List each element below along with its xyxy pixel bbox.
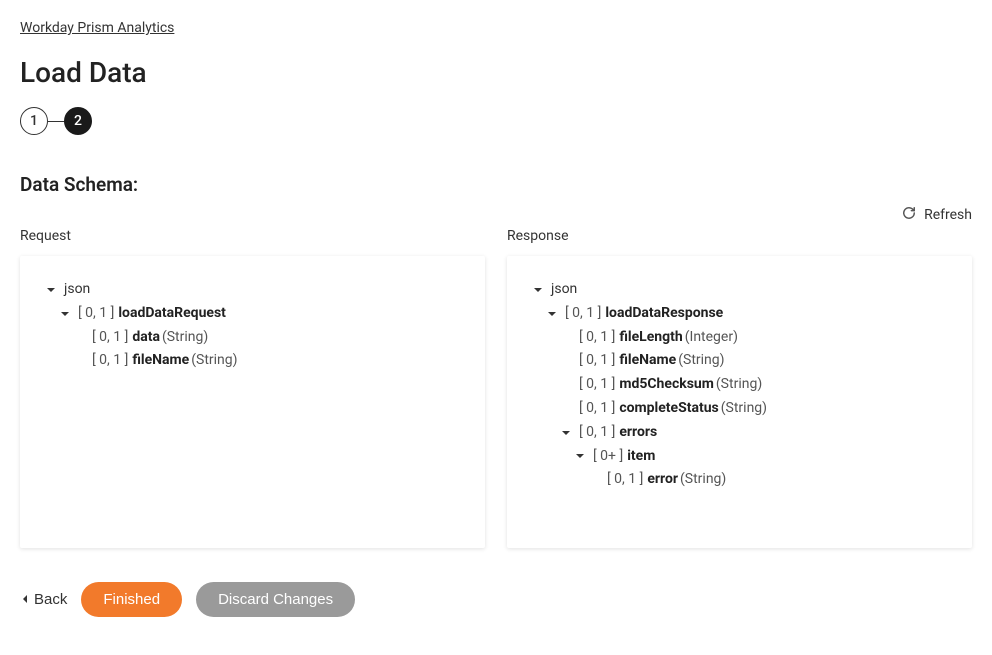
tree-leaf-data: [ 0, 1 ] data (String)	[44, 326, 461, 350]
response-label: Response	[507, 228, 972, 244]
chevron-down-icon[interactable]	[545, 309, 559, 319]
tree-leaf-fileName: [ 0, 1 ] fileName (String)	[44, 349, 461, 373]
stepper: 1 2	[20, 107, 972, 135]
tree-node-loadDataRequest[interactable]: [ 0, 1 ] loadDataRequest	[44, 302, 461, 326]
chevron-down-icon[interactable]	[559, 428, 573, 438]
tree-leaf-fileName: [ 0, 1 ] fileName (String)	[531, 349, 948, 373]
chevron-down-icon[interactable]	[531, 285, 545, 295]
tree-leaf-fileLength: [ 0, 1 ] fileLength (Integer)	[531, 326, 948, 350]
chevron-down-icon[interactable]	[573, 451, 587, 461]
tree-leaf-error: [ 0, 1 ] error (String)	[531, 468, 948, 492]
response-panel: json [ 0, 1 ] loadDataResponse [ 0, 1 ] …	[507, 256, 972, 548]
step-2[interactable]: 2	[64, 107, 92, 135]
tree-node-loadDataResponse[interactable]: [ 0, 1 ] loadDataResponse	[531, 302, 948, 326]
tree-node-json[interactable]: json	[531, 278, 948, 302]
section-title: Data Schema:	[20, 173, 972, 196]
page-title: Load Data	[20, 56, 972, 89]
chevron-down-icon[interactable]	[58, 309, 72, 319]
request-panel: json [ 0, 1 ] loadDataRequest [ 0, 1 ] d…	[20, 256, 485, 548]
tree-node-errors[interactable]: [ 0, 1 ] errors	[531, 421, 948, 445]
request-label: Request	[20, 228, 485, 244]
chevron-down-icon[interactable]	[44, 285, 58, 295]
back-button[interactable]: Back	[20, 591, 67, 608]
discard-changes-button[interactable]: Discard Changes	[196, 582, 355, 617]
breadcrumb[interactable]: Workday Prism Analytics	[20, 20, 174, 36]
refresh-label: Refresh	[924, 207, 972, 223]
tree-leaf-completeStatus: [ 0, 1 ] completeStatus (String)	[531, 397, 948, 421]
refresh-button[interactable]: Refresh	[20, 206, 972, 224]
step-1[interactable]: 1	[20, 107, 48, 135]
chevron-left-icon	[20, 591, 30, 608]
tree-leaf-md5Checksum: [ 0, 1 ] md5Checksum (String)	[531, 373, 948, 397]
step-connector	[48, 121, 64, 122]
tree-node-json[interactable]: json	[44, 278, 461, 302]
refresh-icon	[902, 206, 916, 224]
finished-button[interactable]: Finished	[81, 582, 182, 617]
tree-node-item[interactable]: [ 0+ ] item	[531, 445, 948, 469]
